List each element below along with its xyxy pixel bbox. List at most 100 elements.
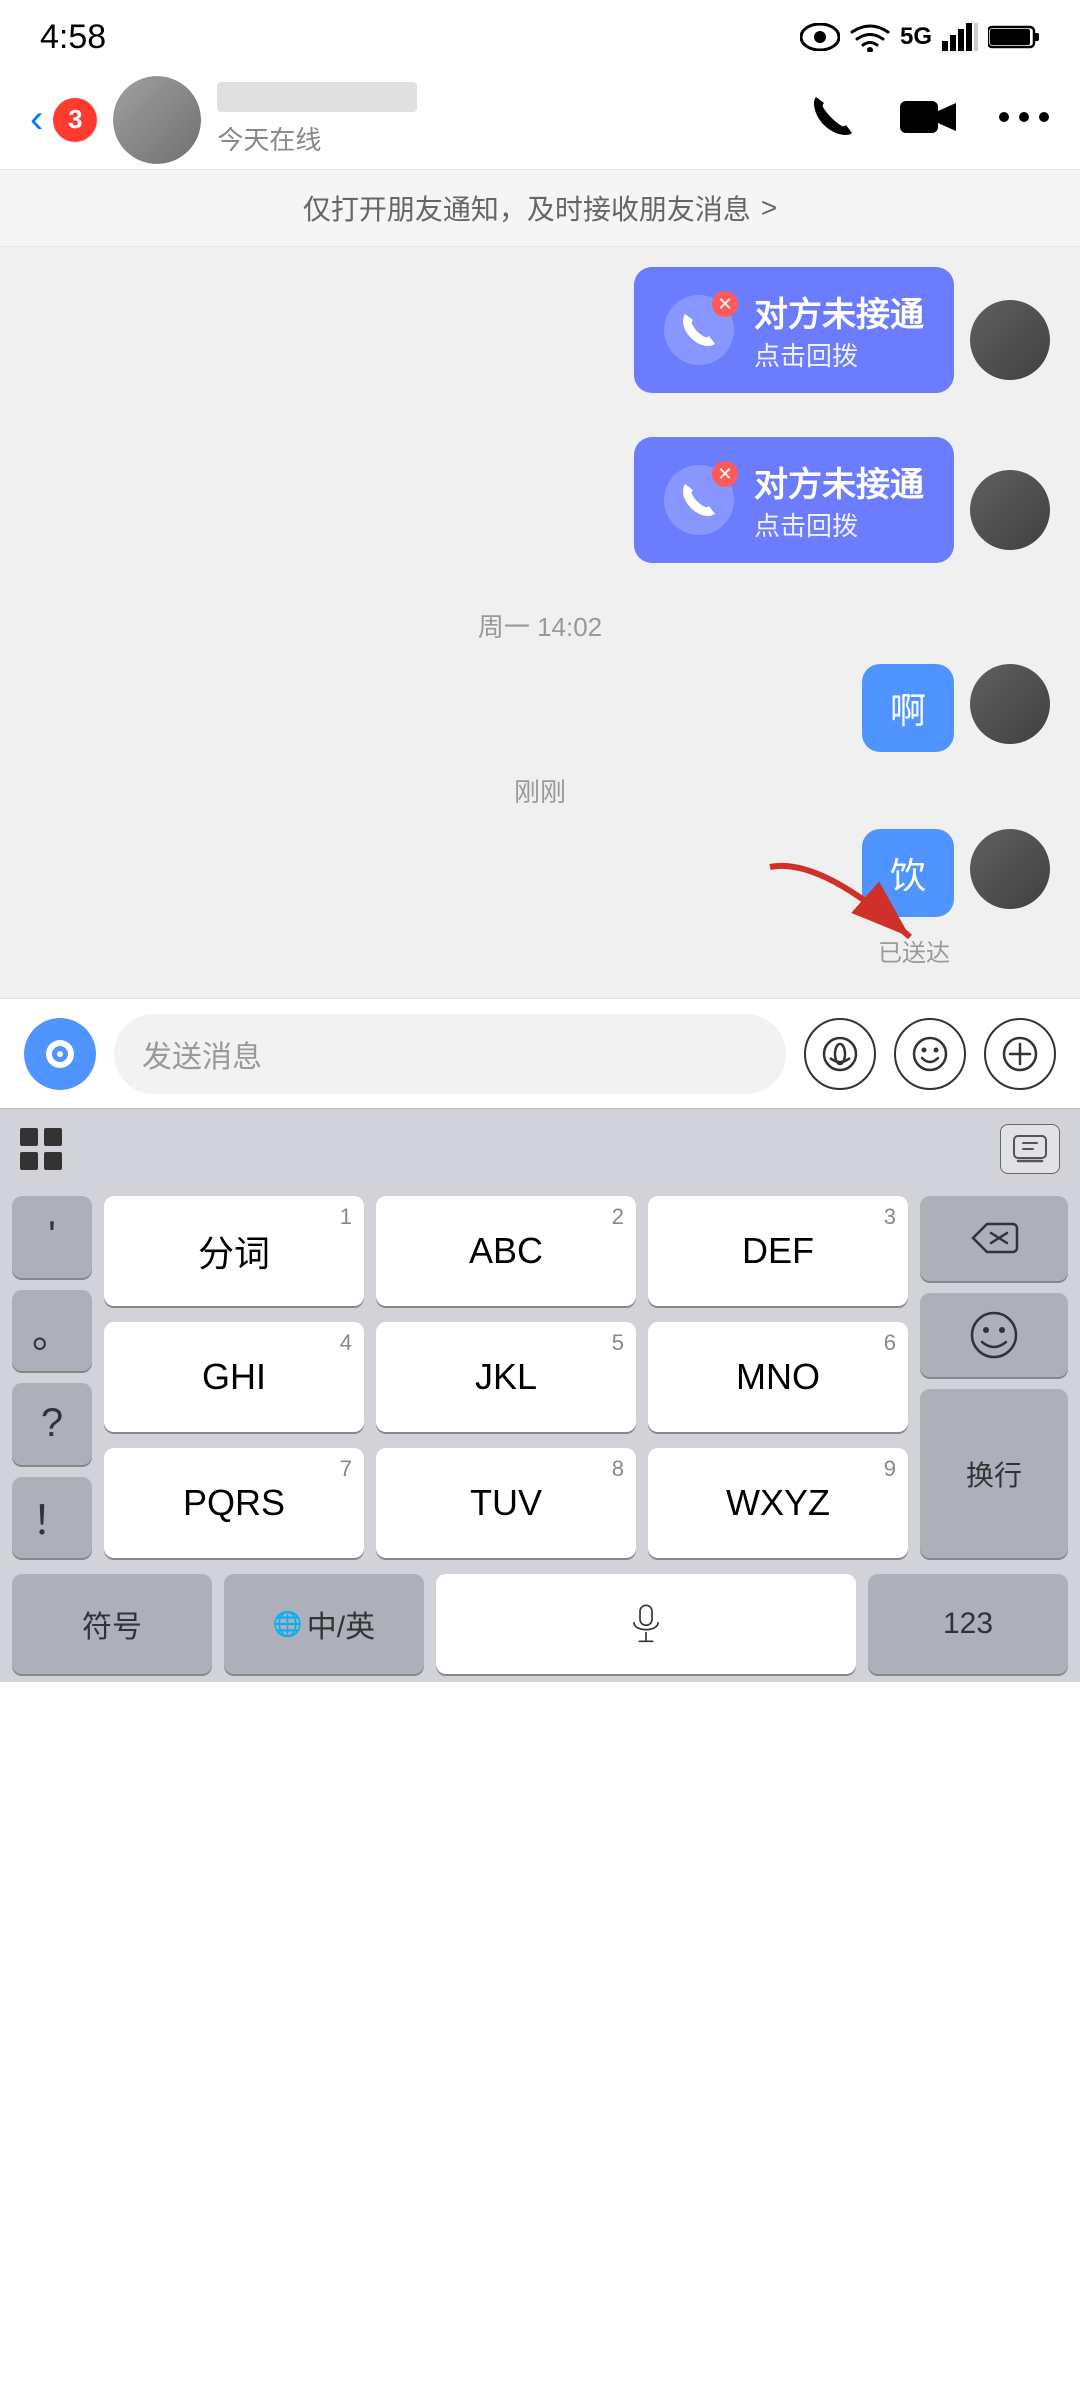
key-number-2: 2 — [612, 1204, 624, 1230]
nav-badge: 3 — [53, 98, 97, 142]
sender-avatar-1 — [970, 300, 1050, 380]
missed-call-x-icon-2: ✕ — [712, 461, 738, 487]
num123-key[interactable]: 123 — [868, 1574, 1068, 1674]
punctuation-column: ' 。 ? ！ — [0, 1188, 92, 1566]
keyboard: ' 。 ? ！ 1 分词 2 ABC 3 DEF — [0, 1188, 1080, 1682]
key-4-ghi[interactable]: 4 GHI — [104, 1322, 364, 1432]
phone-call-button[interactable] — [806, 91, 858, 148]
keyboard-right-column: 换行 — [920, 1188, 1080, 1566]
missed-call-2-row: ✕ 对方未接通 点击回拨 — [30, 437, 1050, 583]
symbol-key-label: 符号 — [82, 1602, 142, 1646]
key-3-def[interactable]: 3 DEF — [648, 1196, 908, 1306]
voice-wave-button[interactable] — [804, 1018, 876, 1090]
nav-bar: ‹ 3 今天在线 — [0, 70, 1080, 170]
key-label-jkl: JKL — [475, 1356, 537, 1398]
key-label-def: DEF — [742, 1230, 814, 1272]
missed-call-2-bubble[interactable]: ✕ 对方未接通 点击回拨 — [634, 437, 954, 563]
nav-back-button[interactable]: ‹ 3 — [30, 97, 97, 142]
key-number-1: 1 — [340, 1204, 352, 1230]
punct-exclaim-key[interactable]: ！ — [12, 1477, 92, 1559]
key-label-tuv: TUV — [470, 1482, 542, 1524]
key-number-7: 7 — [340, 1456, 352, 1482]
notification-banner[interactable]: 仅打开朋友通知，及时接收朋友消息 > — [0, 170, 1080, 247]
keyboard-row-1: 1 分词 2 ABC 3 DEF — [92, 1188, 920, 1314]
punct-period-key[interactable]: 。 — [12, 1290, 92, 1372]
message-row-2-wrapper: 饮 — [30, 829, 1050, 917]
video-call-button[interactable] — [898, 95, 958, 144]
chinese-key[interactable]: 🌐 中/英 — [224, 1574, 424, 1674]
missed-call-x-icon: ✕ — [712, 291, 738, 317]
voice-button[interactable] — [24, 1018, 96, 1090]
missed-call-2-icon: ✕ — [664, 465, 734, 535]
key-7-pqrs[interactable]: 7 PQRS — [104, 1448, 364, 1558]
eye-icon — [800, 23, 840, 51]
sender-avatar-2 — [970, 470, 1050, 550]
message-bubble-1: 啊 — [862, 664, 954, 752]
wifi-icon — [850, 22, 890, 52]
key-label-abc: ABC — [469, 1230, 543, 1272]
delete-key[interactable] — [920, 1196, 1068, 1281]
key-number-5: 5 — [612, 1330, 624, 1356]
keyboard-bottom-row: 符号 🌐 中/英 123 — [0, 1566, 1080, 1682]
key-number-3: 3 — [884, 1204, 896, 1230]
keyboard-row-2: 4 GHI 5 JKL 6 MNO — [92, 1314, 920, 1440]
space-key[interactable] — [436, 1574, 856, 1674]
key-label-fenchi: 分词 — [198, 1225, 270, 1277]
keyboard-grid-icon[interactable] — [20, 1128, 62, 1170]
key-number-9: 9 — [884, 1456, 896, 1482]
status-icons: 5G — [800, 22, 1040, 52]
back-chevron-icon: ‹ — [30, 97, 43, 142]
chat-timestamp-2: 刚刚 — [30, 772, 1050, 809]
nav-title-group: 今天在线 — [217, 82, 806, 157]
return-key[interactable]: 换行 — [920, 1389, 1068, 1558]
key-number-4: 4 — [340, 1330, 352, 1356]
emoji-button[interactable] — [894, 1018, 966, 1090]
nav-avatar — [113, 76, 201, 164]
keyboard-main: ' 。 ? ！ 1 分词 2 ABC 3 DEF — [0, 1188, 1080, 1566]
key-5-jkl[interactable]: 5 JKL — [376, 1322, 636, 1432]
notification-text: 仅打开朋友通知，及时接收朋友消息 — [303, 188, 751, 228]
symbol-key[interactable]: 符号 — [12, 1574, 212, 1674]
key-9-wxyz[interactable]: 9 WXYZ — [648, 1448, 908, 1558]
key-6-mno[interactable]: 6 MNO — [648, 1322, 908, 1432]
message-input[interactable]: 发送消息 — [114, 1014, 786, 1094]
status-bar: 4:58 5G — [0, 0, 1080, 70]
keyboard-row-3: 7 PQRS 8 TUV 9 WXYZ — [92, 1440, 920, 1566]
red-arrow-annotation — [740, 847, 960, 977]
keyboard-hide-button[interactable] — [1000, 1124, 1060, 1174]
chat-timestamp-1: 周一 14:02 — [30, 607, 1050, 644]
input-bar: 发送消息 — [0, 998, 1080, 1108]
chinese-key-label: 中/英 — [307, 1602, 375, 1646]
chat-area: ✕ 对方未接通 点击回拨 ✕ 对方未接通 点击回拨 周一 14:02 — [0, 247, 1080, 998]
kb-grid-cell-2 — [44, 1128, 62, 1146]
key-label-pqrs: PQRS — [183, 1482, 285, 1524]
more-options-button[interactable] — [998, 109, 1050, 130]
notification-arrow-icon: > — [761, 192, 777, 224]
missed-call-1-bubble[interactable]: ✕ 对方未接通 点击回拨 — [634, 267, 954, 393]
return-key-label: 换行 — [966, 1454, 1022, 1494]
status-time: 4:58 — [40, 18, 106, 57]
chinese-key-icon: 🌐 — [273, 1610, 303, 1639]
key-label-ghi: GHI — [202, 1356, 266, 1398]
my-avatar-2 — [970, 829, 1050, 909]
key-number-6: 6 — [884, 1330, 896, 1356]
message-row-1: 啊 — [30, 664, 1050, 752]
kb-grid-cell-1 — [20, 1128, 38, 1146]
key-label-mno: MNO — [736, 1356, 820, 1398]
mic-icon — [626, 1604, 666, 1644]
missed-call-1-row: ✕ 对方未接通 点击回拨 — [30, 267, 1050, 413]
key-8-tuv[interactable]: 8 TUV — [376, 1448, 636, 1558]
punct-comma-key[interactable]: ' — [12, 1196, 92, 1278]
kb-grid-cell-4 — [44, 1152, 62, 1170]
punct-question-key[interactable]: ? — [12, 1383, 92, 1465]
add-button[interactable] — [984, 1018, 1056, 1090]
key-2-abc[interactable]: 2 ABC — [376, 1196, 636, 1306]
num123-key-label: 123 — [943, 1607, 993, 1641]
keyboard-keys: 1 分词 2 ABC 3 DEF 4 GHI 5 — [92, 1188, 920, 1566]
emoji-key[interactable] — [920, 1293, 1068, 1378]
network-label: 5G — [900, 23, 932, 51]
missed-call-1-text: 对方未接通 点击回拨 — [754, 287, 924, 373]
key-1-fenchi[interactable]: 1 分词 — [104, 1196, 364, 1306]
key-number-8: 8 — [612, 1456, 624, 1482]
battery-icon — [988, 23, 1040, 51]
